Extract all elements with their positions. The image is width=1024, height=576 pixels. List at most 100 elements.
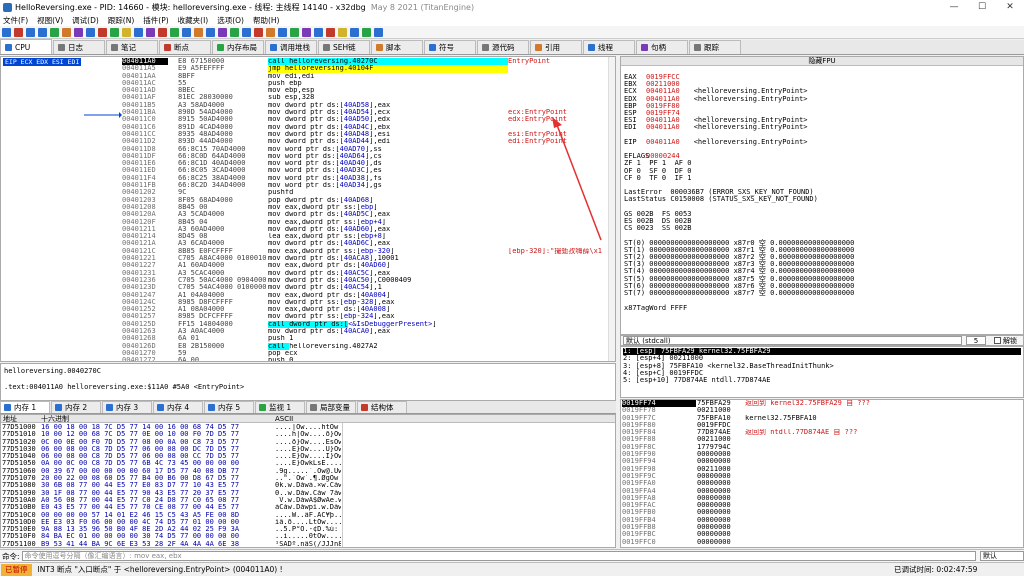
toolbar-icon-24[interactable] (290, 27, 299, 37)
registers-panel[interactable]: 隐藏FPU EAX 0019FFCC EBX 00211000 ECX 004011A0 <… (620, 56, 1024, 335)
stack-view[interactable]: 0019FF74 0019FF78 0019FF7C 0019FF80 0019FF84… (620, 399, 1024, 548)
menu-item-5[interactable]: 收藏夹(I) (178, 15, 209, 26)
dump-tab-5[interactable]: 监视 1 (255, 401, 305, 413)
instr-part: 40AD44 (343, 138, 370, 146)
dump-tab-4[interactable]: 内存 5 (204, 401, 254, 413)
instr-part: ebp+8 (360, 233, 382, 241)
toolbar-icon-15[interactable] (182, 27, 191, 37)
instr-part: 40AC5C (343, 269, 370, 277)
maximize-icon[interactable]: ☐ (968, 2, 996, 12)
menu-item-0[interactable]: 文件(F) (3, 15, 28, 26)
dump-row-hex: 84 BA EC 01 00 00 00 00 30 74 D5 77 00 0… (41, 533, 240, 541)
toolbar-icon-14[interactable] (170, 27, 179, 37)
instr-part: sub esp,328 (268, 94, 315, 102)
disassembly-view[interactable]: EIP ECX EDX ESI EDI 004011A0 004011A5 0040… (0, 56, 616, 362)
disasm-comment (508, 328, 615, 335)
toolbar-icon-25[interactable] (302, 27, 311, 37)
tab-8[interactable]: 符号 (424, 40, 476, 54)
tab-0[interactable]: CPU (0, 39, 52, 54)
menu-item-1[interactable]: 视图(V) (37, 15, 63, 26)
toolbar-icon-3[interactable] (38, 27, 47, 37)
toolbar-icon-30[interactable] (362, 27, 371, 37)
dump-tab-7[interactable]: 结构体 (357, 401, 407, 413)
toolbar-icon-31[interactable] (374, 27, 383, 37)
instr-part: pop dword ptr ds:[ (268, 196, 344, 204)
toolbar-icon-19[interactable] (230, 27, 239, 37)
toolbar-icon-10[interactable] (122, 27, 131, 37)
tab-10[interactable]: 引用 (530, 40, 582, 54)
memory-dump-view[interactable]: 地址 十六进制 ASCII 77D51000 77D51010 77D51020 77… (0, 414, 616, 548)
tab-3[interactable]: 断点 (159, 40, 211, 54)
argument-stack-view[interactable]: 1: [esp] 75FBFA29 kernel32.75FBFA29 2: [e… (620, 346, 1024, 398)
menu-item-2[interactable]: 调试(D) (72, 15, 99, 26)
toolbar-icon-9[interactable] (110, 27, 119, 37)
paused-status-badge: 已暂停 (1, 563, 32, 576)
toolbar-icon-29[interactable] (350, 27, 359, 37)
menu-item-7[interactable]: 帮助(H) (253, 15, 280, 26)
toolbar-icon-18[interactable] (218, 27, 227, 37)
toolbar-icon-1[interactable] (14, 27, 23, 37)
tab-12[interactable]: 句柄 (636, 40, 688, 54)
toolbar-icon-12[interactable] (146, 27, 155, 37)
toolbar-icon-22[interactable] (266, 27, 275, 37)
toolbar-icon-21[interactable] (254, 27, 263, 37)
toolbar-icon-6[interactable] (74, 27, 83, 37)
instr-part: jmp (268, 65, 285, 73)
toolbar-icon-2[interactable] (26, 27, 35, 37)
toolbar-icon-8[interactable] (98, 27, 107, 37)
dump-tab-6[interactable]: 局部变量 (306, 401, 356, 413)
tab-7[interactable]: 脚本 (371, 40, 423, 54)
tab-9[interactable]: 源代码 (477, 40, 529, 54)
dump-tab-3[interactable]: 内存 4 (153, 401, 203, 413)
tab-1[interactable]: 日志 (53, 40, 105, 54)
stack-value: 00000000 (697, 472, 731, 480)
menu-item-3[interactable]: 跟踪(N) (108, 15, 134, 26)
command-mode-select[interactable]: 默认 (980, 551, 1024, 561)
toolbar-icon-17[interactable] (206, 27, 215, 37)
tab-2[interactable]: 笔记 (106, 40, 158, 54)
stack-value: 75FBFA29 (697, 400, 731, 407)
menu-item-4[interactable]: 插件(P) (143, 15, 168, 26)
toolbar-icon-20[interactable] (242, 27, 251, 37)
toolbar-icon-4[interactable] (50, 27, 59, 37)
toolbar-icon-28[interactable] (338, 27, 347, 37)
toolbar-icon-13[interactable] (158, 27, 167, 37)
tab-6[interactable]: SEH链 (318, 40, 370, 54)
toolbar-icon-16[interactable] (194, 27, 203, 37)
toolbar-icon-26[interactable] (314, 27, 323, 37)
tab-4[interactable]: 内存布局 (212, 40, 264, 54)
tab-11[interactable]: 线程 (583, 40, 635, 54)
stack-comment (745, 524, 1015, 531)
stack-value: 00211000 (697, 436, 731, 444)
toolbar-icon-0[interactable] (2, 27, 11, 37)
tab-5[interactable]: 调用堆栈 (265, 40, 317, 54)
toolbar-icon-27[interactable] (326, 27, 335, 37)
toolbar-icon-7[interactable] (86, 27, 95, 37)
tab-13[interactable]: 跟踪 (689, 40, 741, 54)
info-panel: helloreversing.0040270C .text:004011A0 h… (0, 363, 616, 401)
disasm-scrollbar[interactable] (608, 57, 615, 361)
toolbar-icon-5[interactable] (62, 27, 71, 37)
unlock-checkbox[interactable] (994, 337, 1001, 344)
dump-tab-0[interactable]: 内存 1 (0, 401, 50, 413)
menu-item-6[interactable]: 选项(O) (217, 15, 244, 26)
toolbar-icon-23[interactable] (278, 27, 287, 37)
instr-part: push 1 (268, 335, 294, 343)
close-icon[interactable]: ✕ (996, 2, 1024, 12)
minimize-icon[interactable]: — (940, 2, 968, 12)
dump-tab-2[interactable]: 内存 3 (102, 401, 152, 413)
call-arg-row[interactable]: 5: [esp+10] 77D874AE ntdll.77D874AE (623, 376, 1021, 384)
disasm-bytes: 66:8C0D 64AD4000 (178, 152, 246, 160)
command-bar: 命令: 命令使用逗号分隔（像汇编语言）: mov eax, ebx 默认 (0, 549, 1024, 562)
dump-tab-1[interactable]: 内存 2 (51, 401, 101, 413)
tab-2-icon (111, 44, 118, 51)
flags-row: CF 0 TF 0 IF 1 (624, 173, 692, 182)
command-input[interactable]: 命令使用逗号分隔（像汇编语言）: mov eax, ebx (21, 551, 976, 561)
arg-count-spinner[interactable]: 5 (966, 336, 986, 345)
hide-fpu-button[interactable]: 隐藏FPU (621, 57, 1023, 66)
toolbar-icon-11[interactable] (134, 27, 143, 37)
disasm-bytes: A3 58AD4000 (178, 101, 225, 109)
instr-part: mov dword ptr ds:[ (268, 240, 344, 248)
calling-convention-select[interactable]: 默认 (stdcall) (623, 336, 962, 345)
disasm-comment (508, 350, 615, 357)
